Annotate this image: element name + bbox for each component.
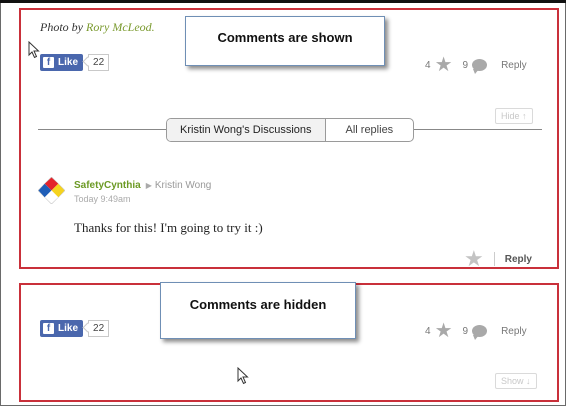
photo-credit-author[interactable]: Rory McLeod. [86, 20, 155, 34]
post-stats-hidden: 4 ★ 9 Reply [425, 321, 527, 341]
comments-count: 9 [462, 59, 469, 71]
window-top-edge [0, 0, 566, 3]
facebook-f-icon: f [43, 323, 54, 334]
triangle-right-icon: ▶ [145, 181, 152, 190]
facebook-like-widget: f Like 22 [40, 54, 110, 71]
reply-link[interactable]: Reply [501, 326, 527, 337]
comment-text: Thanks for this! I'm going to try it :) [74, 220, 263, 235]
comment-bubble-icon[interactable] [472, 325, 488, 340]
actions-separator [493, 252, 495, 266]
comments-count: 9 [462, 325, 469, 337]
comment-star-icon[interactable]: ★ [464, 248, 484, 270]
comment-bubble-icon[interactable] [472, 59, 488, 74]
diamond-avatar-icon[interactable] [38, 177, 65, 204]
reply-link[interactable]: Reply [501, 60, 527, 71]
show-comments-button[interactable]: Show ↓ [495, 373, 537, 389]
facebook-f-icon: f [43, 57, 54, 68]
comment-reply-to[interactable]: Kristin Wong [155, 180, 212, 191]
comments-hidden-callout: Comments are hidden [160, 282, 356, 339]
facebook-like-widget-hidden: f Like 22 [40, 320, 110, 337]
arrow-cursor-icon [237, 367, 249, 385]
facebook-like-label: Like [58, 323, 79, 334]
photo-credit: Photo by Rory McLeod. [40, 20, 155, 35]
arrow-cursor-icon [28, 41, 40, 59]
tab-kristin-wongs-discussions[interactable]: Kristin Wong's Discussions [167, 119, 326, 141]
photo-credit-prefix: Photo by [40, 20, 83, 34]
facebook-like-label: Like [58, 57, 79, 68]
likes-count: 4 [425, 325, 431, 337]
post-stats: 4 ★ 9 Reply [425, 55, 527, 75]
discussion-tabs-row: Kristin Wong's Discussions All replies [38, 118, 542, 142]
comment-username[interactable]: SafetyCynthia [74, 180, 141, 191]
comment-actions: ★ Reply [464, 248, 532, 270]
comment-timestamp: Today 9:49am [74, 194, 131, 204]
comment-reply-button[interactable]: Reply [505, 254, 532, 265]
star-icon[interactable]: ★ [435, 321, 453, 341]
likes-count: 4 [425, 59, 431, 71]
comments-shown-callout: Comments are shown [185, 16, 385, 66]
facebook-like-count: 22 [88, 54, 110, 71]
star-icon[interactable]: ★ [435, 55, 453, 75]
facebook-like-button[interactable]: f Like [40, 54, 84, 71]
facebook-like-button-hidden[interactable]: f Like [40, 320, 84, 337]
comment-header: SafetyCynthia ▶ Kristin Wong [74, 180, 211, 191]
tab-all-replies[interactable]: All replies [326, 119, 414, 141]
discussion-tabs: Kristin Wong's Discussions All replies [166, 118, 415, 142]
facebook-like-count-hidden: 22 [88, 320, 110, 337]
